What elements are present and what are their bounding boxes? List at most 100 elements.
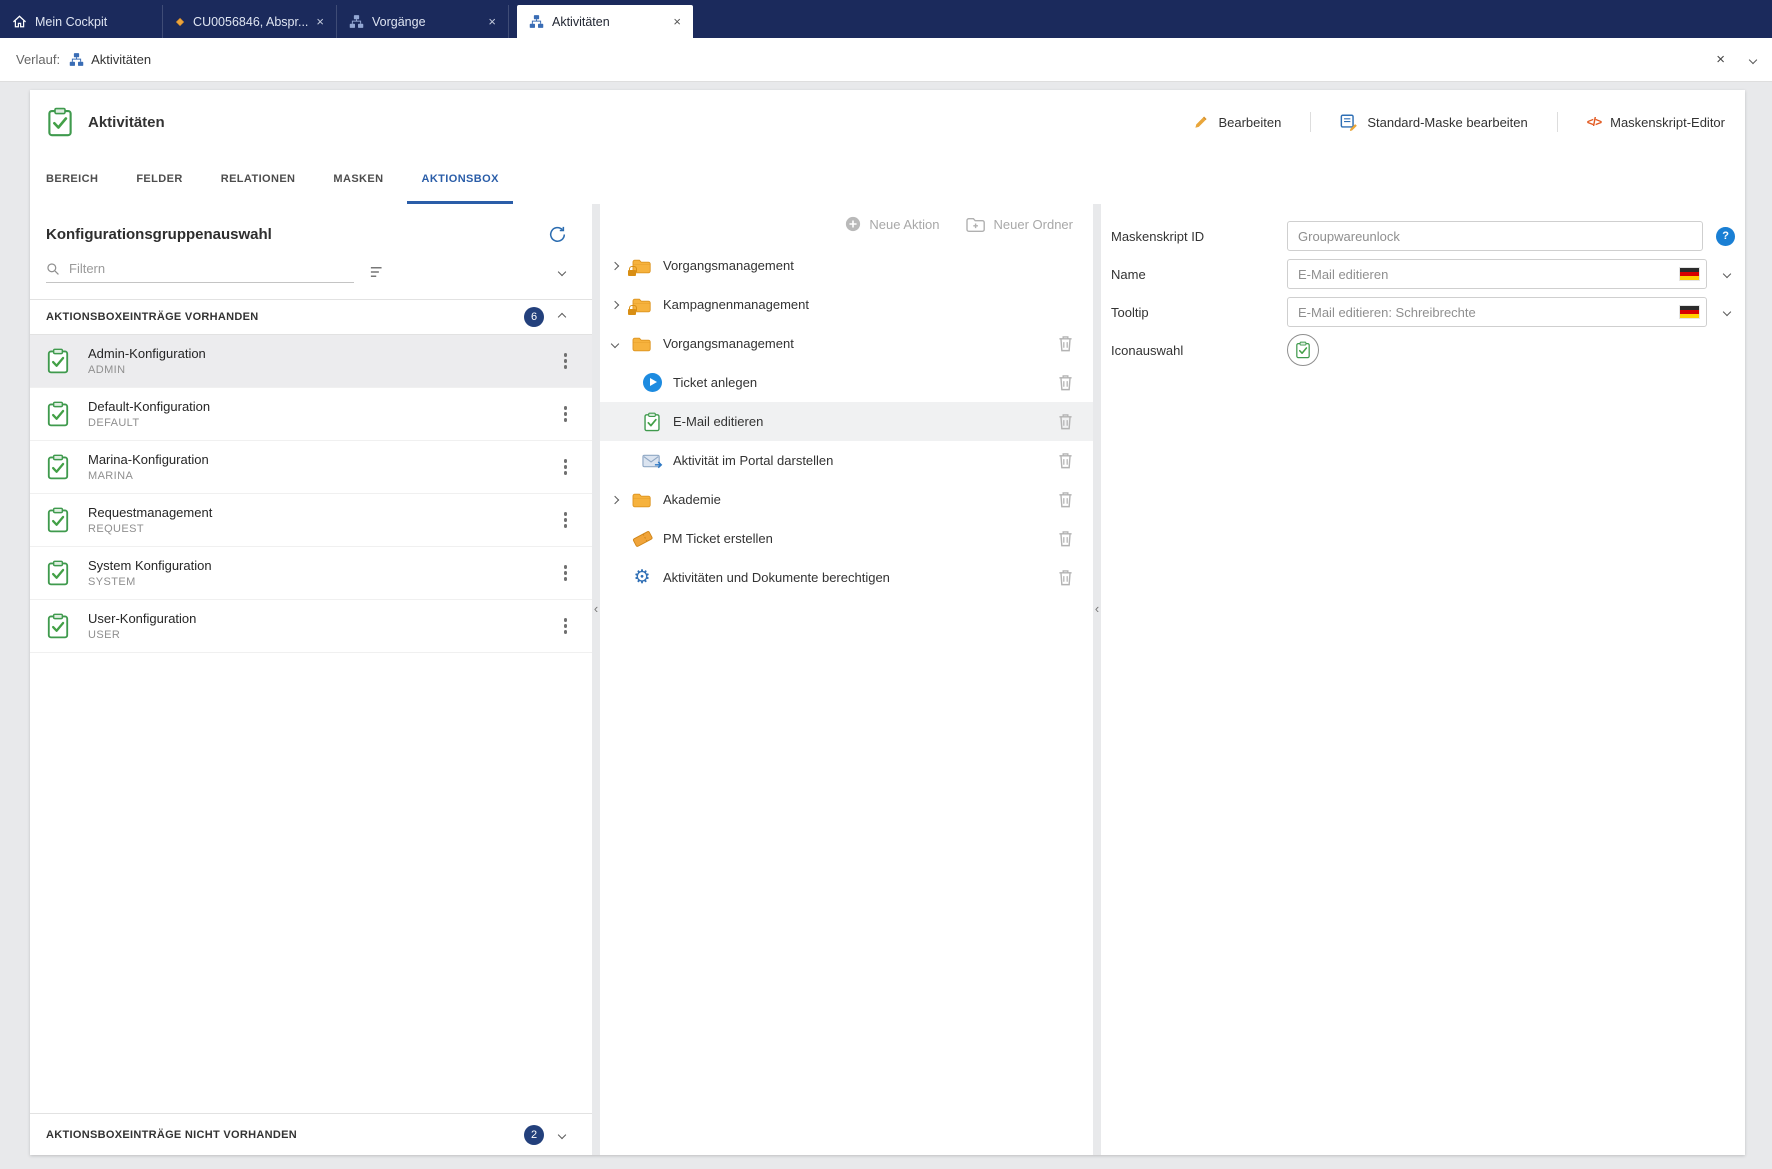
expand-translations-chevron-icon[interactable] [1722,307,1732,317]
collapse-panel-handle[interactable]: ‹ [1093,602,1101,615]
group-absent-header[interactable]: AKTIONSBOXEINTRÄGE NICHT VORHANDEN 2 [30,1113,592,1155]
list-item-user[interactable]: User-Konfiguration USER [30,600,592,653]
tree-node-label: PM Ticket erstellen [663,531,773,546]
item-code: ADMIN [88,364,126,376]
name-input[interactable] [1287,259,1707,289]
list-item-admin[interactable]: Admin-Konfiguration ADMIN [30,335,592,388]
tree-node-label: Aktivität im Portal darstellen [673,453,834,468]
help-icon[interactable]: ? [1716,226,1735,246]
group-present-header[interactable]: AKTIONSBOXEINTRÄGE VORHANDEN 6 [30,299,592,335]
group-absent-count-badge: 2 [524,1124,544,1145]
expand-chevron-icon[interactable] [610,300,620,309]
tree-action-berechtigen[interactable]: ⚙ Aktivitäten und Dokumente berechtigen [600,558,1093,597]
history-close-icon[interactable]: × [1716,52,1725,67]
sitemap-icon [349,14,364,29]
window-tab-mein-cockpit[interactable]: Mein Cockpit [0,5,163,38]
mail-forward-icon [642,452,663,470]
sort-icon[interactable] [370,264,386,280]
separator [1310,112,1312,132]
lock-icon [628,304,637,315]
window-tab-label: Vorgänge [372,14,426,29]
field-label: Maskenskript ID [1111,228,1205,244]
icon-picker-button[interactable] [1287,334,1319,366]
mask-script-editor-button[interactable]: </> Maskenskript-Editor [1587,115,1725,130]
item-menu-icon[interactable] [558,349,574,373]
list-item-system[interactable]: System Konfiguration SYSTEM [30,547,592,600]
tree-action-pm-ticket-erstellen[interactable]: PM Ticket erstellen [600,519,1093,558]
filter-options-chevron-icon[interactable] [557,267,567,277]
item-title: System Konfiguration [88,558,212,573]
window-tab-aktivitaeten[interactable]: Aktivitäten × [517,5,693,38]
list-item-request[interactable]: Requestmanagement REQUEST [30,494,592,547]
filter-input-wrap [46,261,354,283]
filter-input[interactable] [69,261,354,276]
trash-icon[interactable] [1058,452,1073,469]
item-title: User-Konfiguration [88,611,197,626]
collapse-chevron-icon[interactable] [610,339,620,348]
clipboard-check-icon [46,507,70,533]
window-tab-cu0056846[interactable]: CU0056846, Abspr... × [163,5,337,38]
history-item-aktivitaeten[interactable]: Aktivitäten [69,52,151,67]
activities-card: Aktivitäten Bearbeiten Standard-Maske be… [30,90,1745,1155]
new-action-button[interactable]: Neue Aktion [845,216,940,232]
panel-splitter: ‹ [592,204,600,1155]
item-code: USER [88,629,121,641]
expand-chevron-icon [557,1130,567,1139]
tab-label: RELATIONEN [220,173,296,185]
expand-translations-chevron-icon[interactable] [1722,269,1732,279]
refresh-icon[interactable] [549,226,566,243]
search-icon [46,262,60,276]
tab-relationen[interactable]: RELATIONEN [207,154,310,204]
new-folder-label: Neuer Ordner [993,216,1073,232]
folder-icon [632,336,652,352]
new-folder-button[interactable]: Neuer Ordner [966,216,1073,233]
trash-icon[interactable] [1058,413,1073,430]
folder-plus-icon [966,216,986,233]
tab-masken[interactable]: MASKEN [319,154,397,204]
tooltip-input[interactable] [1287,297,1707,327]
maskenskript-id-input[interactable] [1287,221,1704,251]
list-item-default[interactable]: Default-Konfiguration DEFAULT [30,388,592,441]
expand-chevron-icon[interactable] [610,261,620,270]
trash-icon[interactable] [1058,569,1073,586]
pencil-icon [1193,114,1209,130]
close-tab-icon[interactable]: × [488,15,496,28]
field-label: Iconauswahl [1111,342,1184,358]
tree-folder-vorgangsmanagement-2[interactable]: Vorgangsmanagement [600,324,1093,363]
item-menu-icon[interactable] [558,561,574,585]
tree-folder-kampagnenmanagement[interactable]: Kampagnenmanagement [600,285,1093,324]
trash-icon[interactable] [1058,530,1073,547]
item-menu-icon[interactable] [558,402,574,426]
field-maskenskript-id: Maskenskript ID ? [1111,220,1735,252]
tree-action-email-editieren[interactable]: E-Mail editieren [600,402,1093,441]
item-menu-icon[interactable] [558,614,574,638]
tree-folder-vorgangsmanagement-1[interactable]: Vorgangsmanagement [600,246,1093,285]
close-tab-icon[interactable]: × [673,15,681,28]
tree-action-aktivitaet-im-portal[interactable]: Aktivität im Portal darstellen [600,441,1093,480]
item-menu-icon[interactable] [558,508,574,532]
tab-bereich[interactable]: BEREICH [32,154,112,204]
activities-clipboard-icon [46,107,74,137]
expand-chevron-icon[interactable] [610,495,620,504]
tree-node-label: Aktivitäten und Dokumente berechtigen [663,570,890,585]
tab-aktionsbox[interactable]: AKTIONSBOX [407,154,514,204]
trash-icon[interactable] [1058,374,1073,391]
collapse-chevron-icon [557,312,567,322]
edit-standard-mask-button[interactable]: Standard-Maske bearbeiten [1340,113,1528,131]
tree-folder-akademie[interactable]: Akademie [600,480,1093,519]
edit-button[interactable]: Bearbeiten [1193,114,1281,130]
trash-icon[interactable] [1058,491,1073,508]
collapse-panel-handle[interactable]: ‹ [592,602,600,615]
close-tab-icon[interactable]: × [316,15,324,28]
window-tab-label: Mein Cockpit [35,14,108,29]
history-expand-chevron-icon[interactable] [1748,55,1758,64]
page-title: Aktivitäten [88,113,165,131]
tab-felder[interactable]: FELDER [122,154,196,204]
window-tab-vorgaenge[interactable]: Vorgänge × [337,5,509,38]
group-present-label: AKTIONSBOXEINTRÄGE VORHANDEN [46,311,259,323]
tree-action-ticket-anlegen[interactable]: Ticket anlegen [600,363,1093,402]
item-menu-icon[interactable] [558,455,574,479]
trash-icon[interactable] [1058,335,1073,352]
list-item-marina[interactable]: Marina-Konfiguration MARINA [30,441,592,494]
field-iconauswahl: Iconauswahl [1111,334,1735,366]
